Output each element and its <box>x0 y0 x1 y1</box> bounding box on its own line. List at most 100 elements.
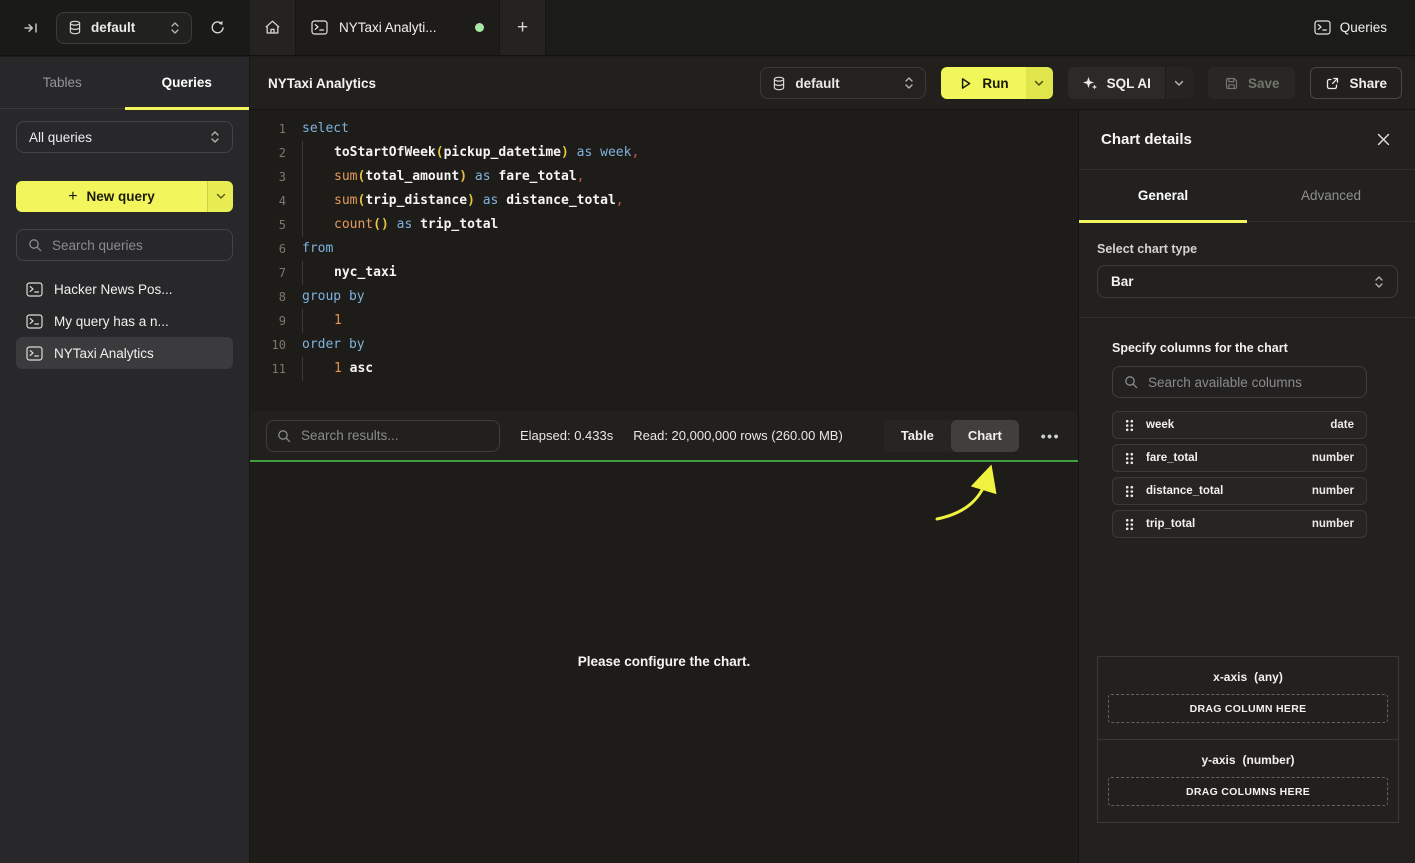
sql-ai-split-button: SQL AI <box>1068 67 1193 99</box>
line-number: 9 <box>260 309 286 333</box>
query-list-item-label: My query has a n... <box>54 314 169 329</box>
new-query-dropdown-button[interactable] <box>207 181 233 212</box>
column-name: distance_total <box>1146 485 1223 497</box>
query-search-input[interactable] <box>50 237 221 254</box>
top-bar-right: Queries <box>546 0 1415 55</box>
query-filter-dropdown[interactable]: All queries <box>16 121 233 153</box>
column-chip[interactable]: week date <box>1112 411 1367 439</box>
column-type: number <box>1312 452 1354 464</box>
axes-container: x-axis(any) DRAG COLUMN HERE y-axis(number… <box>1097 656 1399 823</box>
axis-label: x-axis(any) <box>1108 670 1388 684</box>
sql-console-app: default NYTaxi Analyti... + Queries Tab <box>0 0 1415 863</box>
view-toggle-chart[interactable]: Chart <box>951 420 1019 452</box>
database-selector[interactable]: default <box>56 12 192 44</box>
editor-header: NYTaxi Analytics default Run SQL AI <box>250 57 1415 110</box>
x-axis-section: x-axis(any) DRAG COLUMN HERE <box>1098 657 1398 739</box>
panel-header: Chart details <box>1079 110 1415 170</box>
x-axis-dropzone[interactable]: DRAG COLUMN HERE <box>1108 694 1388 723</box>
code-line[interactable]: 91 <box>250 309 1078 333</box>
search-icon <box>1124 375 1138 389</box>
column-chip[interactable]: trip_totalnumber <box>1112 510 1367 538</box>
refresh-icon[interactable] <box>204 15 230 41</box>
code-line[interactable]: 2toStartOfWeek(pickup_datetime) as week, <box>250 141 1078 165</box>
query-list-item[interactable]: My query has a n... <box>16 305 233 337</box>
code-line[interactable]: 8group by <box>250 285 1078 309</box>
new-tab-button[interactable]: + <box>500 0 546 55</box>
line-number: 8 <box>260 285 286 309</box>
run-database-selector[interactable]: default <box>760 67 926 99</box>
sql-editor[interactable]: 1select2toStartOfWeek(pickup_datetime) a… <box>250 110 1078 411</box>
code-line[interactable]: 3sum(total_amount) as fare_total, <box>250 165 1078 189</box>
query-list-item-label: NYTaxi Analytics <box>54 346 154 361</box>
database-selector-value: default <box>91 20 161 35</box>
line-number: 11 <box>260 357 286 381</box>
close-icon[interactable] <box>1377 133 1390 146</box>
code-line[interactable]: 7nyc_taxi <box>250 261 1078 285</box>
tab-tables[interactable]: Tables <box>0 57 125 108</box>
line-number: 3 <box>260 165 286 189</box>
results-search-input[interactable] <box>299 427 489 444</box>
code-lines: 1select2toStartOfWeek(pickup_datetime) a… <box>250 117 1078 381</box>
view-toggle-table[interactable]: Table <box>884 420 951 452</box>
drag-handle-icon[interactable] <box>1125 518 1134 531</box>
tab-general[interactable]: General <box>1079 170 1247 221</box>
code-line[interactable]: 111 asc <box>250 357 1078 381</box>
drag-handle-icon[interactable] <box>1125 419 1134 432</box>
line-number: 1 <box>260 117 286 141</box>
sql-ai-options-button[interactable] <box>1165 67 1193 99</box>
columns-section-label: Specify columns for the chart <box>1112 341 1367 355</box>
query-list-item[interactable]: Hacker News Pos... <box>16 273 233 305</box>
column-chip[interactable]: fare_total number <box>1112 444 1367 472</box>
chevron-updown-icon <box>904 76 914 90</box>
chevron-updown-icon <box>1374 275 1384 289</box>
new-query-label: New query <box>87 189 155 204</box>
y-axis-dropzone[interactable]: DRAG COLUMNS HERE <box>1108 777 1388 806</box>
editor-header-actions: default Run SQL AI <box>760 67 1402 99</box>
chart-type-selector[interactable]: Bar <box>1097 265 1398 298</box>
drag-handle-icon[interactable] <box>1125 485 1134 498</box>
column-name: week <box>1146 419 1174 431</box>
run-button[interactable]: Run <box>941 67 1025 99</box>
tab-queries[interactable]: Queries <box>125 57 250 108</box>
terminal-icon <box>26 282 43 297</box>
new-query-button[interactable]: + New query <box>16 181 207 212</box>
code-line[interactable]: 6from <box>250 237 1078 261</box>
drag-handle-icon[interactable] <box>1125 452 1134 465</box>
chart-details-panel: Chart details General Advanced Select ch… <box>1078 110 1415 863</box>
run-options-button[interactable] <box>1026 67 1053 99</box>
home-button[interactable] <box>250 0 296 55</box>
plus-icon: + <box>68 188 77 206</box>
top-bar-left: default <box>0 0 250 55</box>
code-line[interactable]: 10order by <box>250 333 1078 357</box>
sidebar-tabs: Tables Queries <box>0 57 249 109</box>
sql-ai-button[interactable]: SQL AI <box>1068 67 1165 99</box>
column-type: number <box>1312 518 1354 530</box>
line-number: 4 <box>260 189 286 213</box>
search-icon <box>277 429 291 443</box>
y-axis-section: y-axis(number)DRAG COLUMNS HERE <box>1098 739 1398 822</box>
share-button[interactable]: Share <box>1310 67 1402 99</box>
queries-button[interactable]: Queries <box>1314 20 1387 35</box>
query-search <box>16 229 233 261</box>
terminal-icon <box>311 20 328 35</box>
column-type: date <box>1330 419 1354 431</box>
code-line[interactable]: 4sum(trip_distance) as distance_total, <box>250 189 1078 213</box>
tab-advanced[interactable]: Advanced <box>1247 170 1415 221</box>
columns-search-input[interactable] <box>1146 374 1355 391</box>
chevron-down-icon <box>1034 80 1044 87</box>
code-line[interactable]: 5count() as trip_total <box>250 213 1078 237</box>
save-button[interactable]: Save <box>1208 67 1296 99</box>
column-type: number <box>1312 485 1354 497</box>
columns-section: Specify columns for the chart week date fa… <box>1079 318 1415 538</box>
column-chip[interactable]: distance_total number <box>1112 477 1367 505</box>
chart-type-label: Select chart type <box>1097 242 1398 256</box>
unsaved-status-dot <box>475 23 484 32</box>
query-list-item[interactable]: NYTaxi Analytics <box>16 337 233 369</box>
chart-type-value: Bar <box>1111 274 1374 289</box>
home-icon <box>264 19 281 36</box>
code-line[interactable]: 1select <box>250 117 1078 141</box>
query-tab[interactable]: NYTaxi Analyti... <box>296 0 500 55</box>
collapse-sidebar-icon[interactable] <box>18 15 44 41</box>
column-name: fare_total <box>1146 452 1198 464</box>
more-options-icon[interactable]: ••• <box>1039 428 1062 444</box>
